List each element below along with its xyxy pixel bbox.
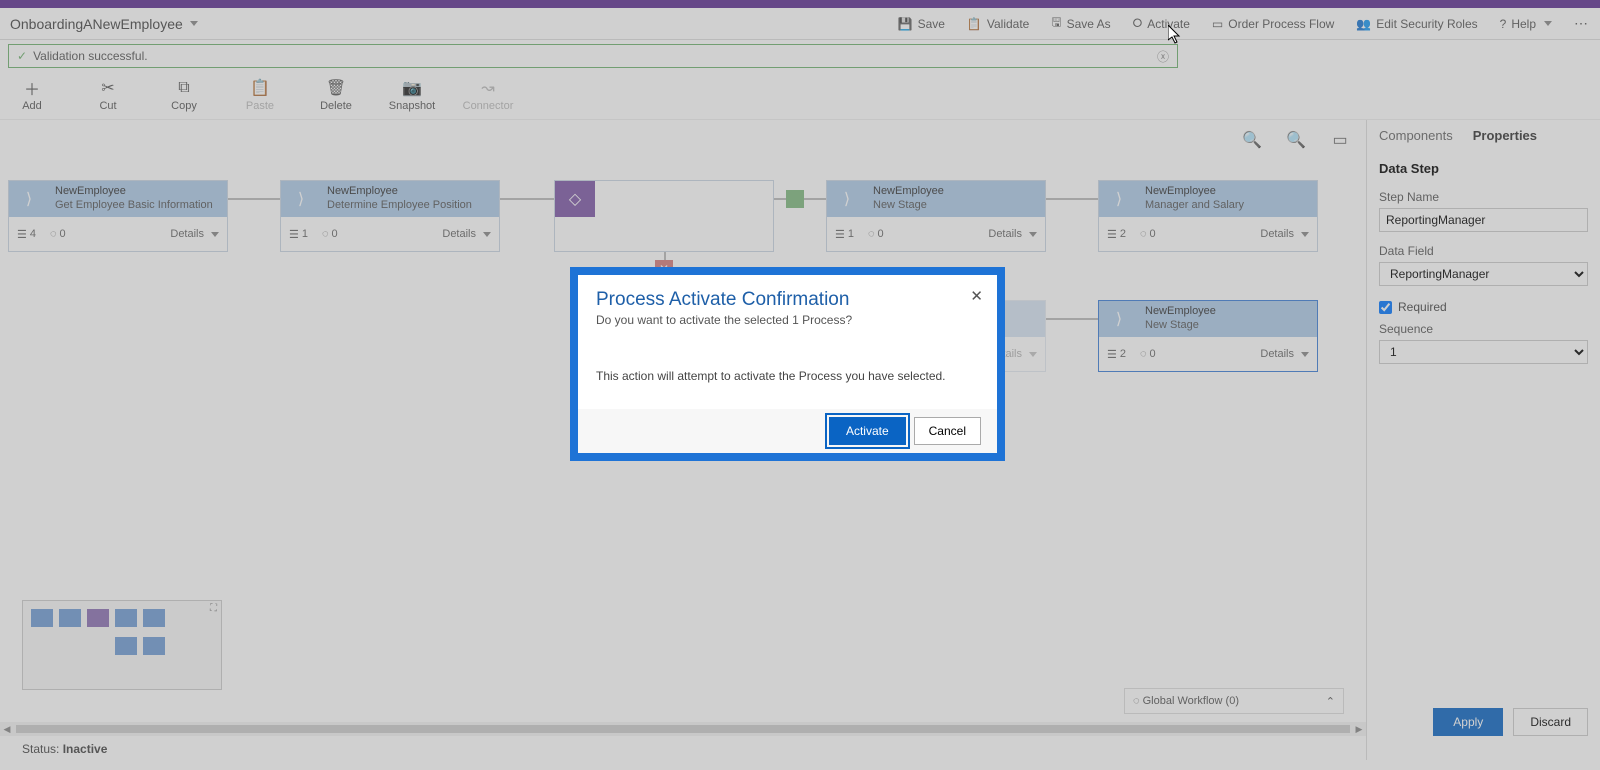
modal-cancel-button[interactable]: Cancel: [914, 417, 981, 445]
modal-actions: Activate Cancel: [578, 409, 997, 453]
modal-body: This action will attempt to activate the…: [596, 369, 979, 383]
modal-activate-button[interactable]: Activate: [829, 417, 906, 445]
close-icon[interactable]: ✕: [970, 287, 983, 305]
modal-title: Process Activate Confirmation: [596, 289, 979, 311]
modal-subtitle: Do you want to activate the selected 1 P…: [596, 313, 979, 327]
activate-confirmation-dialog: ✕ Process Activate Confirmation Do you w…: [570, 267, 1005, 461]
